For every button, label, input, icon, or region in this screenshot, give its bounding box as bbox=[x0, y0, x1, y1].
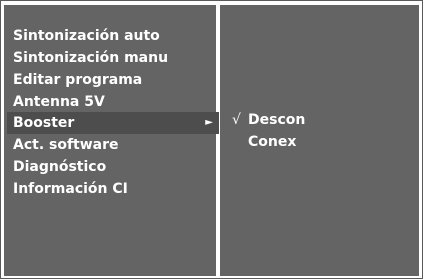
menu-item-label: Editar programa bbox=[13, 72, 143, 88]
main-menu-panel: Sintonización auto Sintonización manu Ed… bbox=[4, 5, 219, 276]
menu-item-act-software[interactable]: Act. software bbox=[7, 134, 219, 156]
option-label: Descon bbox=[248, 112, 306, 128]
menu-item-informacion-ci[interactable]: Información CI bbox=[7, 178, 219, 200]
option-label: Conex bbox=[248, 134, 297, 150]
menu-item-sintonizacion-auto[interactable]: Sintonización auto bbox=[7, 25, 219, 47]
submenu-arrow-icon: ► bbox=[205, 117, 213, 128]
menu-item-label: Información CI bbox=[13, 181, 128, 197]
menu-item-label: Antenna 5V bbox=[13, 94, 105, 110]
menu-item-label: Sintonización auto bbox=[13, 28, 160, 44]
option-descon[interactable]: √ Descon bbox=[232, 109, 305, 131]
osd-frame: Sintonización auto Sintonización manu Ed… bbox=[0, 0, 423, 279]
menu-item-antenna-5v[interactable]: Antenna 5V bbox=[7, 91, 219, 113]
menu-item-sintonizacion-manu[interactable]: Sintonización manu bbox=[7, 47, 219, 69]
menu-item-label: Diagnóstico bbox=[13, 159, 107, 175]
menu-item-diagnostico[interactable]: Diagnóstico bbox=[7, 156, 219, 178]
submenu-panel: √ Descon Conex bbox=[220, 5, 419, 276]
checkmark-icon: √ bbox=[232, 112, 241, 128]
menu-item-booster[interactable]: Booster ► bbox=[7, 112, 219, 134]
option-conex[interactable]: Conex bbox=[232, 131, 296, 153]
menu-item-editar-programa[interactable]: Editar programa bbox=[7, 69, 219, 91]
menu-item-label: Booster bbox=[13, 115, 75, 131]
menu-item-label: Sintonización manu bbox=[13, 50, 169, 66]
menu-item-label: Act. software bbox=[13, 137, 119, 153]
